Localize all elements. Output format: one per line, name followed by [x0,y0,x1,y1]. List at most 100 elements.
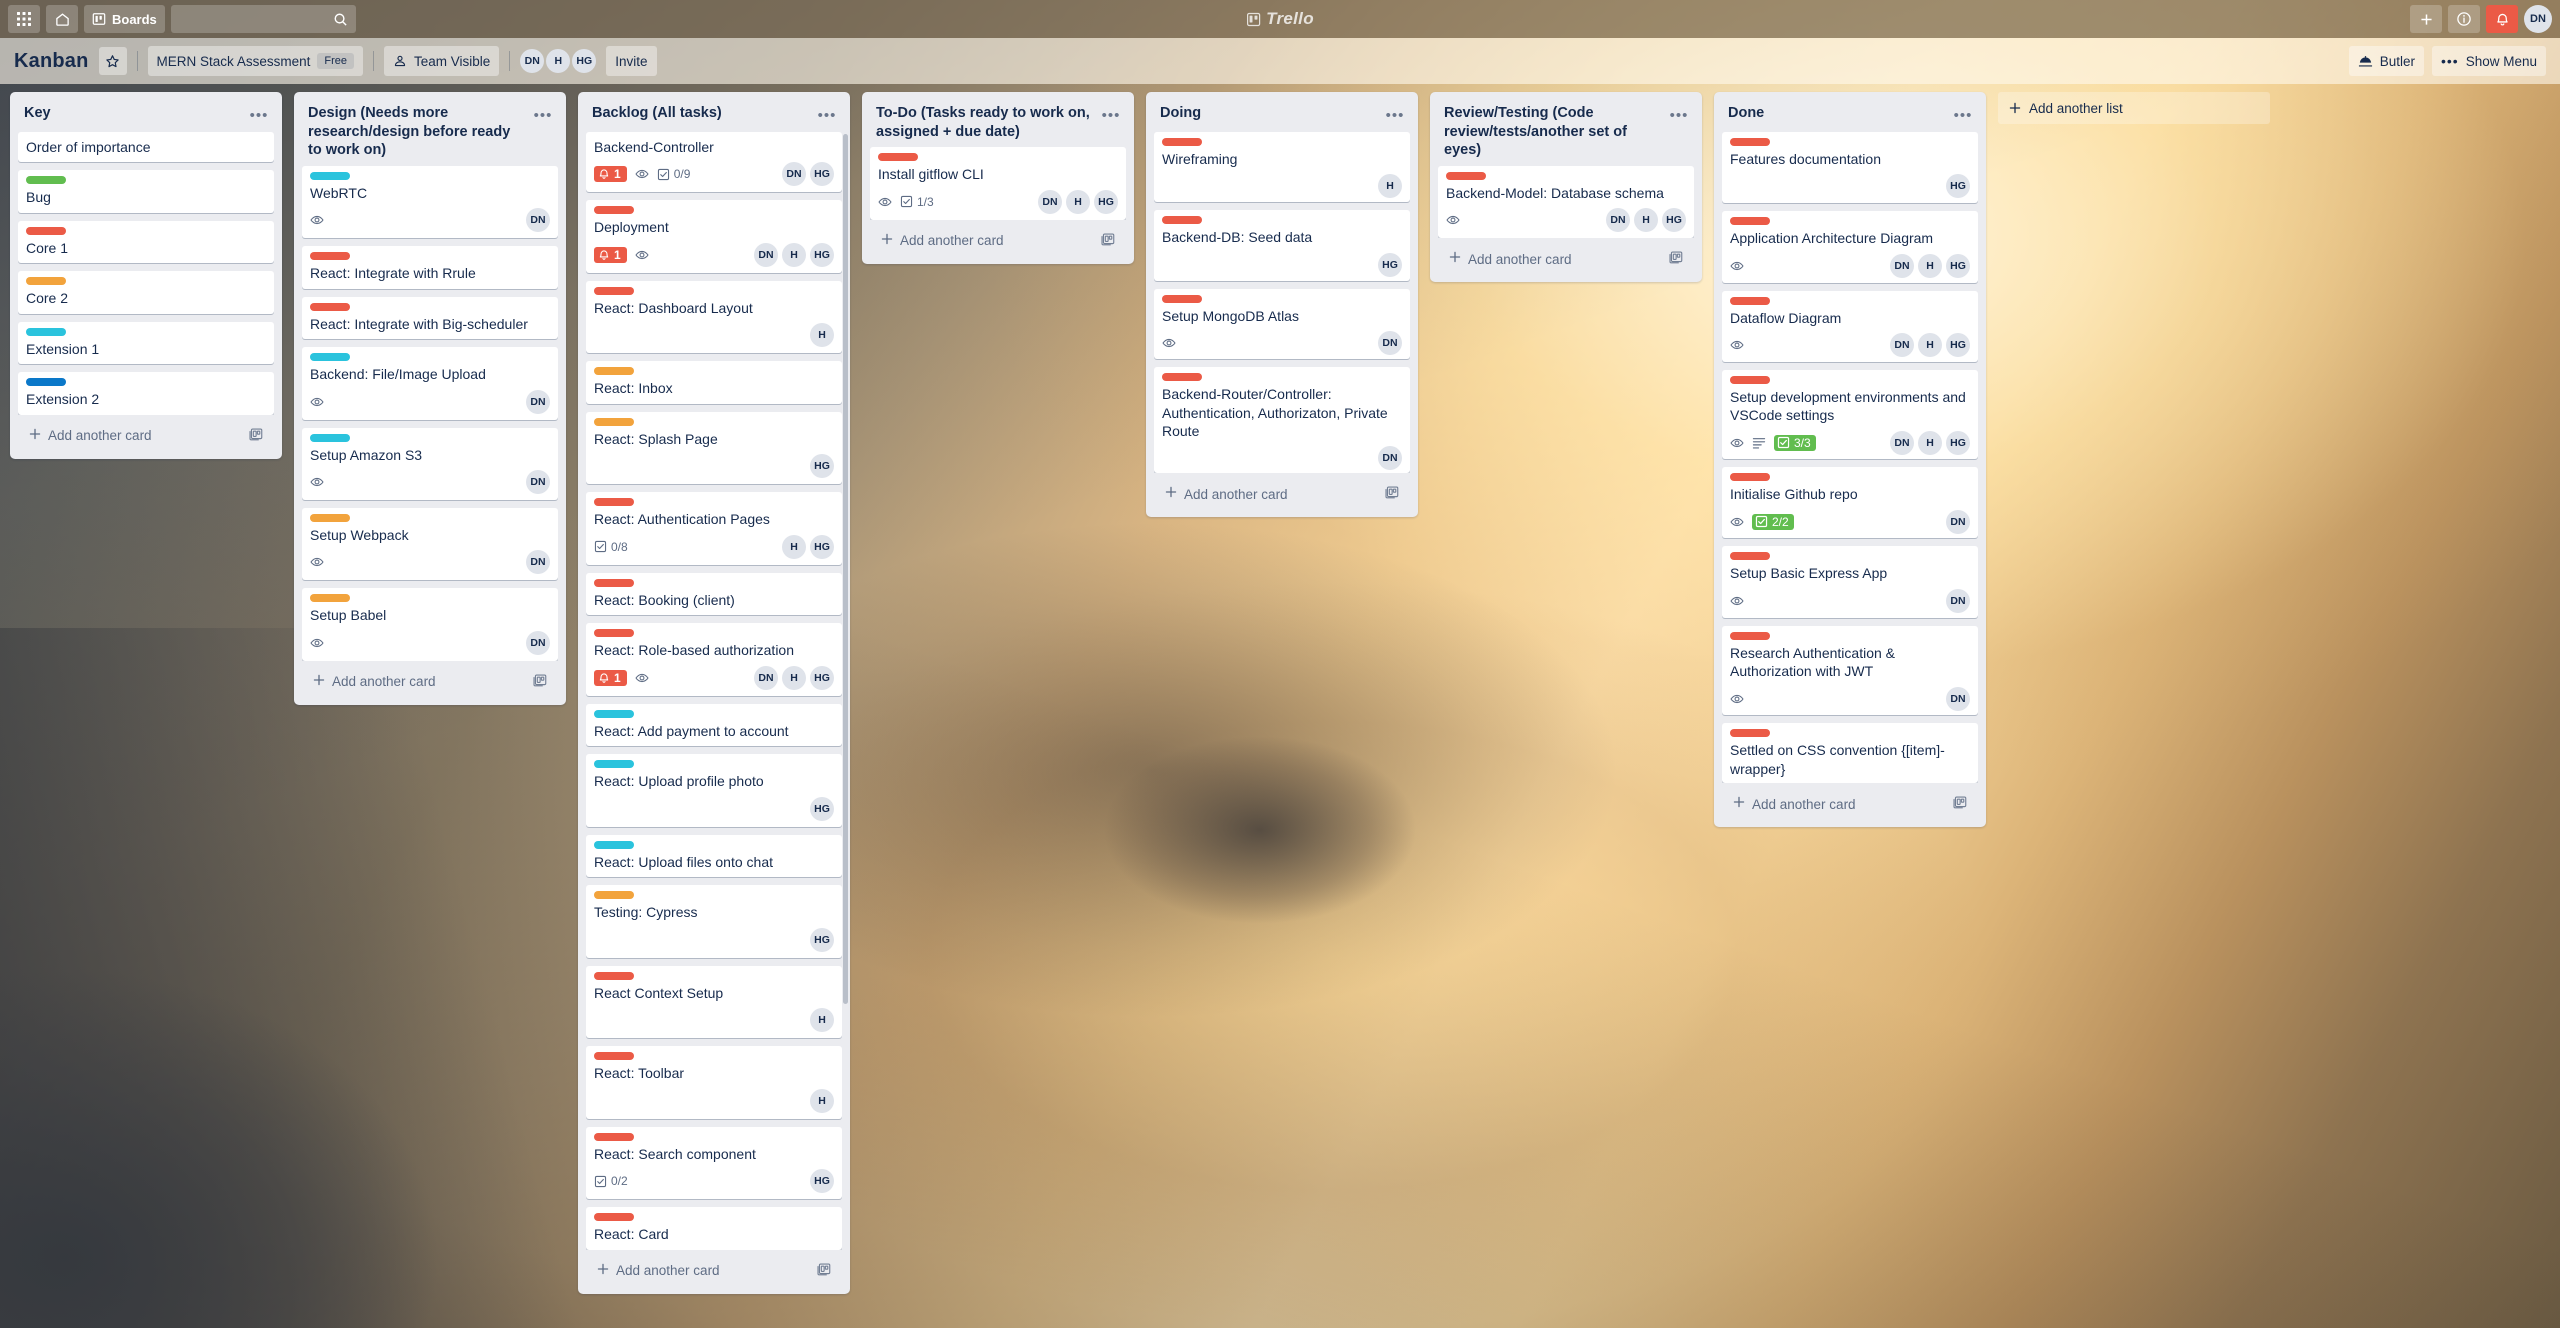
card-label-red[interactable] [594,971,634,980]
card[interactable]: React: Toolbar H [586,1046,842,1119]
user-avatar[interactable]: DN [2524,5,2552,33]
member-avatar[interactable]: H [546,49,571,73]
add-card-button[interactable]: Add another card [870,224,1126,258]
card[interactable]: Backend-Router/Controller: Authenticatio… [1154,367,1410,473]
member-avatar[interactable]: H [810,1008,834,1033]
list-title[interactable]: Review/Testing (Code review/tests/anothe… [1444,104,1662,160]
card-label-sky[interactable] [594,840,634,849]
member-avatar[interactable]: H [782,242,806,267]
template-card-icon[interactable] [1669,250,1684,268]
card-label-red[interactable] [594,206,634,215]
add-card-button[interactable]: Add another card [18,419,274,453]
member-avatar[interactable]: DN [526,630,550,655]
card-label-sky[interactable] [594,709,634,718]
card-label-red[interactable] [594,629,634,638]
member-avatar[interactable]: H [810,1088,834,1113]
template-card-icon[interactable] [1101,232,1116,250]
member-avatar[interactable]: DN [526,469,550,494]
visibility-button[interactable]: Team Visible [383,46,500,76]
add-button[interactable] [2410,5,2442,33]
card[interactable]: React: Card [586,1207,842,1250]
card[interactable]: Dataflow Diagram DN H HG [1722,290,1978,362]
member-avatar[interactable]: H [1918,253,1942,278]
member-avatar[interactable]: DN [1378,446,1402,471]
card[interactable]: Setup Webpack DN [302,507,558,581]
information-button[interactable] [2448,5,2480,33]
card[interactable]: React: Splash Page HG [586,411,842,485]
card-label-red[interactable] [310,252,350,261]
list-actions-button[interactable]: ••• [1952,104,1974,126]
member-avatar[interactable]: H [782,534,806,559]
card-label-red[interactable] [594,1213,634,1222]
card-label-red[interactable] [1730,296,1770,305]
member-avatar[interactable]: HG [1094,189,1118,214]
card-label-red[interactable] [594,578,634,587]
template-card-icon[interactable] [249,427,264,445]
butler-button[interactable]: Butler [2348,46,2424,76]
template-card-icon[interactable] [1953,795,1968,813]
card[interactable]: React: Search component 0/2 HG [586,1126,842,1200]
list-title[interactable]: Doing [1160,104,1378,123]
card[interactable]: Setup Babel DN [302,588,558,661]
card-label-red[interactable] [1730,138,1770,146]
list-actions-button[interactable]: ••• [1100,104,1122,126]
member-avatar[interactable]: H [1918,430,1942,455]
card-label-red[interactable] [1162,216,1202,225]
member-avatar[interactable]: H [1378,174,1402,199]
card[interactable]: Core 2 [18,271,274,314]
card[interactable]: React: Inbox [586,361,842,404]
card[interactable]: Extension 1 [18,321,274,365]
card[interactable]: Initialise Github repo 2/2 DN [1722,467,1978,539]
card[interactable]: React: Role-based authorization 1 DN H HG [586,623,842,696]
card-label-orange[interactable] [26,277,66,286]
member-avatar[interactable]: HG [810,534,834,559]
card[interactable]: Install gitflow CLI 1/3 DN H HG [870,147,1126,220]
member-avatar[interactable]: HG [572,49,597,73]
member-avatar[interactable]: HG [810,796,834,821]
list-title[interactable]: Done [1728,104,1946,123]
member-avatar[interactable]: DN [526,389,550,414]
card-label-orange[interactable] [594,367,634,376]
card-label-red[interactable] [1162,138,1202,146]
card[interactable]: Setup MongoDB Atlas DN [1154,288,1410,360]
member-avatar[interactable]: HG [810,927,834,952]
card-label-red[interactable] [1730,217,1770,226]
page-title[interactable]: Kanban [14,50,89,73]
workspace-button[interactable]: MERN Stack Assessment Free [147,46,363,76]
card-label-orange[interactable] [594,891,634,900]
member-avatar[interactable]: H [1918,333,1942,357]
member-avatar[interactable]: DN [526,550,550,575]
list-actions-button[interactable]: ••• [816,104,838,126]
member-avatar[interactable]: H [810,323,834,348]
card[interactable]: Deployment 1 DN H HG [586,200,842,273]
member-avatar[interactable]: DN [1890,333,1914,357]
add-list-button[interactable]: Add another list [1998,92,2270,124]
member-avatar[interactable]: DN [526,208,550,233]
list-actions-button[interactable]: ••• [1384,104,1406,126]
member-avatar[interactable]: DN [1606,208,1630,233]
card[interactable]: React: Integrate with Big-scheduler [302,296,558,340]
due-date-badge[interactable]: 1 [594,246,627,263]
member-avatar[interactable]: HG [1946,253,1970,278]
list-actions-button[interactable]: ••• [532,104,554,126]
card-label-sky[interactable] [594,760,634,769]
member-avatar[interactable]: HG [810,242,834,267]
due-date-badge[interactable]: 1 [594,669,627,686]
card-label-orange[interactable] [310,594,350,603]
card[interactable]: Features documentation HG [1722,132,1978,204]
card[interactable]: React Context Setup H [586,965,842,1039]
card-label-orange[interactable] [310,513,350,522]
card-label-red[interactable] [1730,729,1770,738]
member-avatar[interactable]: HG [810,454,834,479]
card-label-red[interactable] [594,286,634,295]
template-card-icon[interactable] [1385,485,1400,503]
board-canvas[interactable]: Key ••• Order of importance Bug Core 1 Core 2… [0,84,2560,1328]
member-avatar[interactable]: HG [1662,208,1686,233]
card[interactable]: Extension 2 [18,372,274,415]
search-icon[interactable] [333,12,348,27]
member-avatar[interactable]: DN [1890,253,1914,278]
member-avatar[interactable]: HG [1946,174,1970,199]
card[interactable]: React: Authentication Pages 0/8 H HG [586,492,842,565]
notifications-button[interactable] [2486,5,2518,33]
card[interactable]: React: Integrate with Rrule [302,246,558,289]
